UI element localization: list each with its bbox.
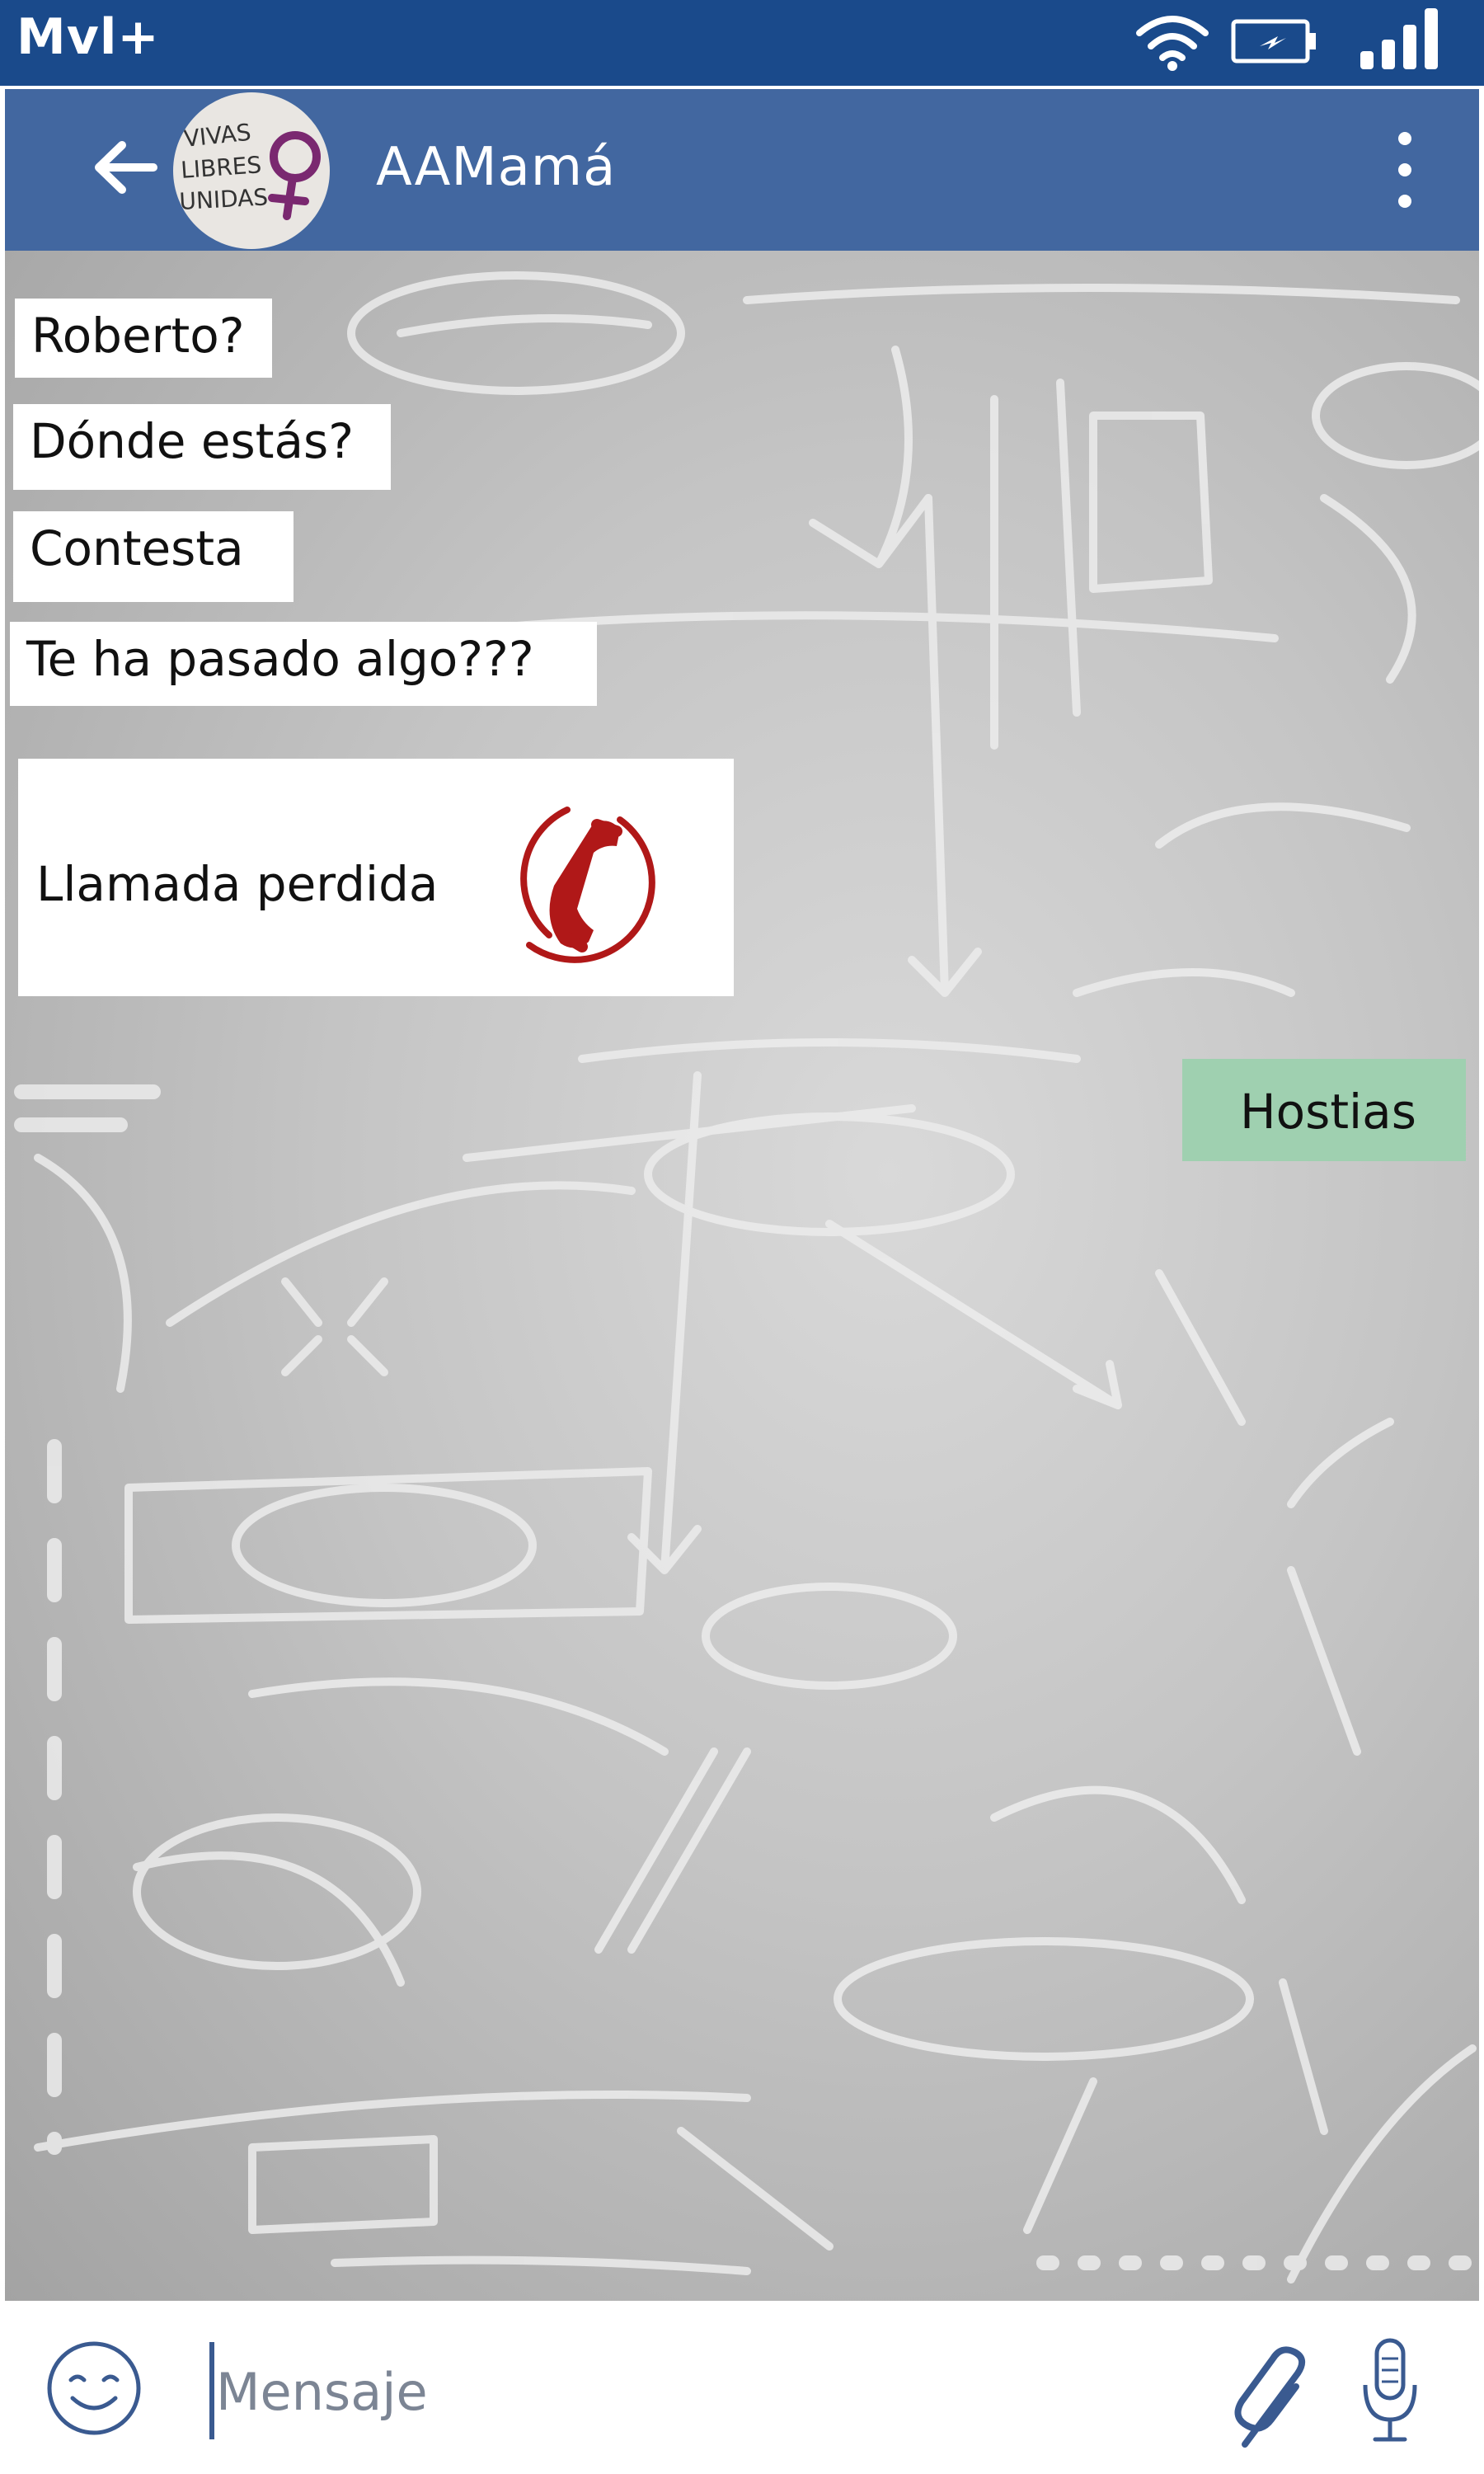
chat-area[interactable]: Roberto? Dónde estás? Contesta Te ha pas… <box>5 251 1479 2301</box>
chat-header: VIVAS LIBRES UNIDAS AAMamá <box>5 89 1479 251</box>
message-input[interactable] <box>216 2350 1205 2433</box>
message-bubble-incoming[interactable]: Dónde estás? <box>13 404 391 490</box>
female-symbol-icon <box>268 131 321 220</box>
message-text: Contesta <box>30 520 244 576</box>
message-bubble-incoming[interactable]: Roberto? <box>15 299 272 378</box>
chat-title[interactable]: AAMamá <box>376 137 616 198</box>
battery-charging-icon <box>1231 19 1316 63</box>
avatar-text-2: LIBRES <box>180 151 262 184</box>
message-bubble-incoming[interactable]: Contesta <box>13 511 294 602</box>
avatar-logo: VIVAS LIBRES UNIDAS <box>179 119 321 220</box>
emoji-icon[interactable] <box>43 2337 145 2439</box>
status-bar: Mvl+ <box>0 0 1484 86</box>
avatar-text-1: VIVAS <box>182 119 252 153</box>
wifi-icon <box>1136 16 1209 71</box>
attachment-icon[interactable] <box>1228 2334 1319 2449</box>
message-text: Dónde estás? <box>30 413 355 469</box>
message-composer <box>0 2301 1484 2474</box>
contact-avatar[interactable]: VIVAS LIBRES UNIDAS <box>173 92 330 249</box>
avatar-text-3: UNIDAS <box>179 183 269 215</box>
text-cursor <box>209 2342 214 2439</box>
missed-call-bubble[interactable]: Llamada perdida <box>18 759 734 996</box>
signal-icon <box>1360 8 1438 69</box>
back-arrow-icon[interactable] <box>87 130 162 205</box>
missed-call-phone-icon <box>520 807 655 963</box>
message-text: Hostias <box>1240 1084 1416 1140</box>
message-bubble-incoming[interactable]: Te ha pasado algo??? <box>10 622 597 706</box>
status-icons <box>1136 8 1438 71</box>
carrier-name: Mvl+ <box>16 8 160 66</box>
message-text: Te ha pasado algo??? <box>26 631 534 687</box>
missed-call-label: Llamada perdida <box>36 856 439 912</box>
message-bubble-outgoing[interactable]: Hostias <box>1182 1059 1466 1161</box>
more-vertical-icon[interactable] <box>1380 122 1430 221</box>
microphone-icon[interactable] <box>1357 2334 1423 2449</box>
message-text: Roberto? <box>31 308 245 364</box>
